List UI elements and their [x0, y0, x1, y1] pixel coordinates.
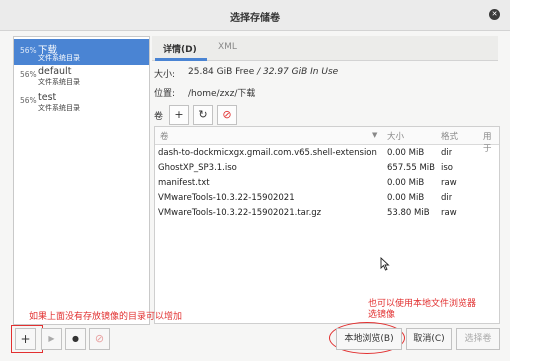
pool-name: default [38, 66, 72, 77]
title-bar: 选择存储卷 ✕ [0, 0, 510, 31]
delete-pool-button[interactable]: ⊘ [89, 328, 110, 350]
pool-item-test[interactable]: 56% test 文件系统目录 [14, 89, 149, 115]
add-pool-button[interactable]: + [15, 328, 36, 350]
volume-size: 0.00 MiB [387, 148, 425, 158]
browse-local-button[interactable]: 本地浏览(B) [336, 328, 402, 350]
mouse-pointer-icon [380, 257, 390, 271]
volume-format: iso [441, 163, 453, 173]
volume-name: VMwareTools-10.3.22-15902021.tar.gz [158, 208, 322, 218]
start-pool-button[interactable]: ▶ [41, 328, 62, 350]
stop-pool-button[interactable]: ● [65, 328, 86, 350]
delete-volume-icon[interactable]: ⊘ [217, 105, 237, 125]
volumes-label: 卷 [154, 112, 164, 122]
column-volume[interactable]: 卷 [160, 130, 169, 142]
sort-down-icon: ▼ [372, 131, 378, 139]
volume-size: 53.80 MiB [387, 208, 430, 218]
volume-size: 0.00 MiB [387, 193, 425, 203]
table-row[interactable]: VMwareTools-10.3.22-15902021 0.00 MiB di… [155, 191, 499, 206]
pool-usage-percent: 56% [20, 70, 37, 79]
tab-details[interactable]: 详情(D) [163, 42, 197, 55]
table-row[interactable]: manifest.txt 0.00 MiB raw [155, 176, 499, 191]
table-row[interactable]: VMwareTools-10.3.22-15902021.tar.gz 53.8… [155, 206, 499, 221]
table-row[interactable]: GhostXP_SP3.1.iso 657.55 MiB iso [155, 161, 499, 176]
size-value: 25.84 GiB Free / 32.97 GiB In Use [188, 67, 338, 77]
location-label: 位置: [154, 89, 176, 99]
pool-usage-percent: 56% [20, 46, 37, 55]
size-separator: / [254, 67, 263, 77]
annotation-browse-line2: 选镜像 [368, 310, 396, 320]
volume-size: 657.55 MiB [387, 163, 435, 173]
size-free: 25.84 GiB Free [188, 67, 255, 77]
active-tab-indicator [155, 58, 207, 61]
volume-format: raw [441, 208, 457, 218]
volume-name: manifest.txt [158, 178, 210, 188]
pool-usage-percent: 56% [20, 96, 37, 105]
location-value: /home/zxz/下载 [188, 89, 256, 99]
size-label: 大小: [154, 70, 176, 80]
volume-format: raw [441, 178, 457, 188]
table-row[interactable]: dash-to-dockmicxgx.gmail.com.v65.shell-e… [155, 146, 499, 161]
window-title: 选择存储卷 [230, 13, 280, 24]
choose-volume-button[interactable]: 选择卷 [456, 328, 500, 350]
pool-type: 文件系统目录 [38, 54, 80, 62]
column-size[interactable]: 大小 [387, 130, 404, 142]
size-in-use: 32.97 GiB In Use [263, 67, 339, 77]
add-volume-button[interactable]: + [169, 105, 189, 125]
tab-xml[interactable]: XML [218, 42, 237, 52]
cancel-button[interactable]: 取消(C) [406, 328, 452, 350]
pool-name: test [38, 92, 57, 103]
volume-name: dash-to-dockmicxgx.gmail.com.v65.shell-e… [158, 148, 377, 158]
storage-pool-list: 56% 下载 文件系统目录 56% default 文件系统目录 56% tes… [13, 36, 150, 325]
pool-item-default[interactable]: 56% default 文件系统目录 [14, 63, 149, 89]
volume-name: VMwareTools-10.3.22-15902021 [158, 193, 295, 203]
pool-type: 文件系统目录 [38, 78, 80, 86]
column-format[interactable]: 格式 [441, 130, 458, 142]
volume-table: 卷 ▼ 大小 格式 用于 dash-to-dockmicxgx.gmail.co… [154, 126, 500, 324]
refresh-icon[interactable]: ↻ [193, 105, 213, 125]
volume-size: 0.00 MiB [387, 178, 425, 188]
table-header: 卷 ▼ 大小 格式 用于 [155, 127, 499, 154]
volume-format: dir [441, 193, 453, 203]
pool-type: 文件系统目录 [38, 104, 80, 112]
pool-item-downloads[interactable]: 56% 下载 文件系统目录 [14, 39, 149, 65]
volume-name: GhostXP_SP3.1.iso [158, 163, 237, 173]
annotation-add-pool: 如果上面没有存放镜像的目录可以增加 [29, 312, 183, 322]
close-icon[interactable]: ✕ [489, 9, 500, 20]
volume-format: dir [441, 148, 453, 158]
